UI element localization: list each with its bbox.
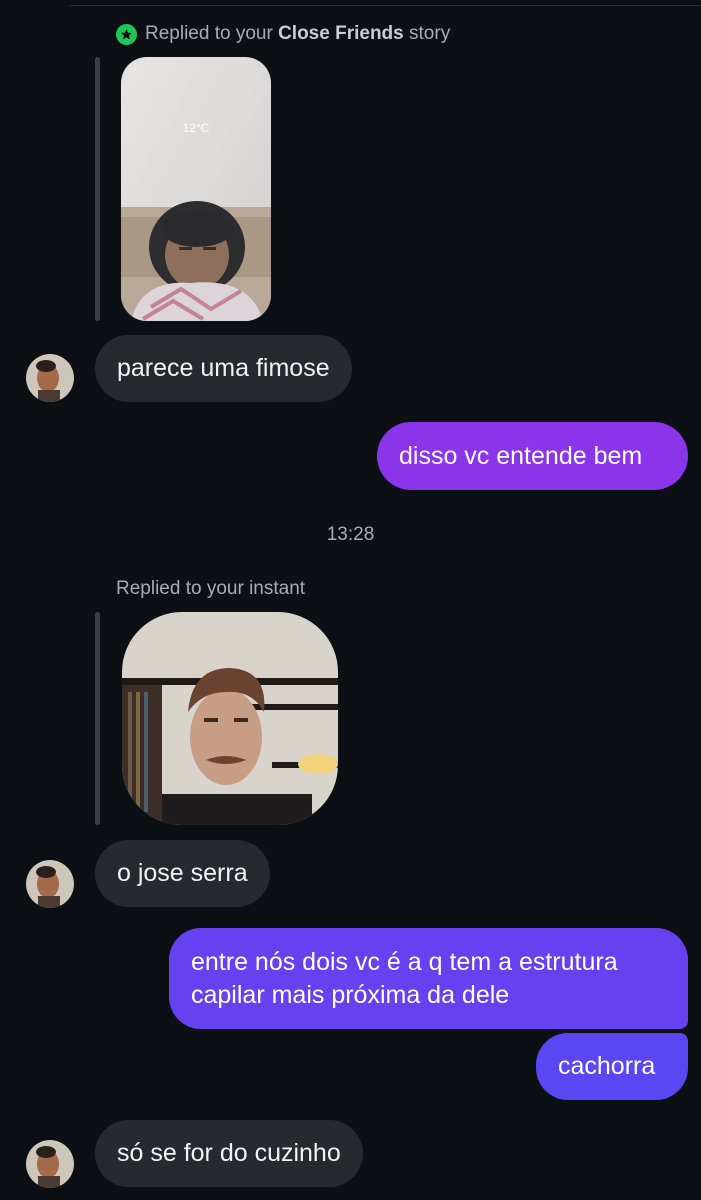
message-bubble-outgoing[interactable]: cachorra — [536, 1033, 688, 1100]
message-bubble-incoming[interactable]: parece uma fimose — [95, 335, 352, 402]
message-text: o jose serra — [117, 859, 248, 887]
instant-thumbnail[interactable] — [122, 612, 338, 825]
message-text: só se for do cuzinho — [117, 1139, 341, 1167]
avatar[interactable] — [26, 354, 74, 402]
message-bubble-incoming[interactable]: só se for do cuzinho — [95, 1120, 363, 1187]
message-timestamp: 13:28 — [326, 524, 375, 545]
message-text: disso vc entende bem — [399, 441, 643, 470]
message-text: cachorra — [558, 1052, 656, 1080]
story-reply-emphasis: Close Friends — [278, 23, 404, 44]
instant-reply-bar — [95, 612, 100, 825]
message-bubble-outgoing[interactable]: entre nós dois vc é a q tem a estrutura … — [169, 928, 688, 1029]
message-text-line: entre nós dois vc é a q tem a estrutura — [191, 947, 618, 976]
message-bubble-outgoing[interactable]: disso vc entende bem — [377, 422, 688, 490]
story-reply-prefix: Replied to your — [145, 23, 273, 44]
story-reply-bar — [95, 57, 100, 321]
message-text-line: capilar mais próxima da dele — [191, 980, 510, 1009]
story-reply-label: Replied to your Close Friends story — [116, 23, 450, 45]
avatar[interactable] — [26, 1140, 74, 1188]
message-bubble-incoming[interactable]: o jose serra — [95, 840, 270, 907]
avatar[interactable] — [26, 860, 74, 908]
instant-reply-label: Replied to your instant — [116, 578, 305, 600]
story-thumbnail[interactable]: 12°C — [121, 57, 271, 321]
message-text: parece uma fimose — [117, 354, 330, 382]
top-divider — [70, 5, 701, 6]
story-temperature: 12°C — [182, 121, 210, 135]
close-friends-star-icon — [116, 23, 137, 45]
story-reply-suffix: story — [409, 23, 451, 44]
instant-reply-label-text: Replied to your instant — [116, 578, 306, 599]
